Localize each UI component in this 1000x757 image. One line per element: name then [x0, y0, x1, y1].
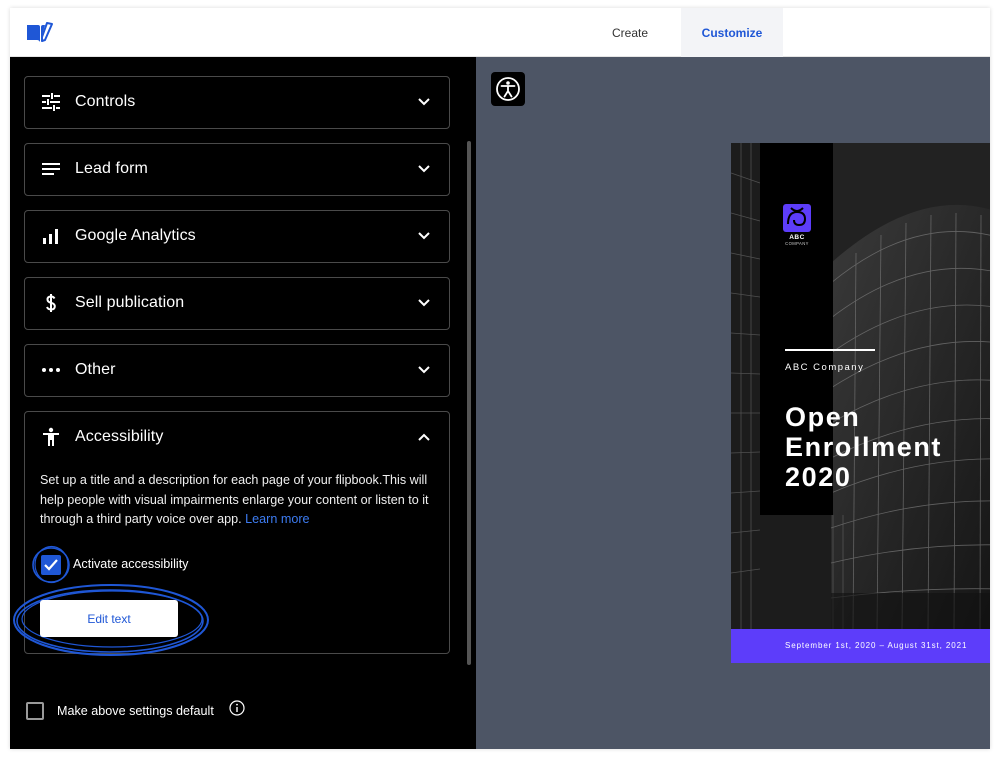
panel-lead-form-header[interactable]: Lead form	[25, 144, 449, 195]
activate-accessibility-checkbox[interactable]	[41, 555, 61, 575]
panel-google-analytics: Google Analytics	[24, 210, 450, 263]
logo-text-company: COMPANY	[785, 241, 809, 246]
cover-title-line: Enrollment	[785, 432, 943, 462]
chevron-up-icon	[418, 433, 430, 441]
more-dots-icon	[42, 368, 60, 372]
accessibility-toggle-button[interactable]	[491, 72, 525, 106]
chevron-down-icon	[418, 366, 430, 374]
info-icon[interactable]	[229, 700, 245, 716]
panel-controls: Controls	[24, 76, 450, 129]
edit-text-button[interactable]: Edit text	[40, 600, 178, 637]
panel-other: Other	[24, 344, 450, 397]
cover-divider	[785, 349, 875, 351]
app-window: Create Customize Controls Lead form Goog…	[10, 8, 990, 749]
company-logo-icon	[783, 204, 811, 232]
logo-text-abc: ABC	[789, 234, 805, 241]
chevron-down-icon	[418, 232, 430, 240]
dollar-icon	[46, 294, 56, 312]
book-pen-icon[interactable]	[26, 21, 54, 43]
flipbook-cover-page[interactable]: ABC COMPANY ABC Company Open Enrollment …	[731, 143, 990, 663]
panel-accessibility: Accessibility Set up a title and a descr…	[13, 411, 450, 656]
settings-sidebar: Controls Lead form Google Analytics Sell…	[10, 57, 476, 749]
panel-accessibility-header[interactable]: Accessibility	[25, 412, 449, 463]
chevron-down-icon	[418, 165, 430, 173]
chevron-down-icon	[418, 98, 430, 106]
panel-google-analytics-header[interactable]: Google Analytics	[25, 211, 449, 262]
accessibility-description-text: Set up a title and a description for eac…	[40, 473, 429, 526]
cover-footer-band: September 1st, 2020 – August 31st, 2021	[731, 629, 990, 663]
person-icon	[43, 427, 59, 446]
cover-dates: September 1st, 2020 – August 31st, 2021	[785, 641, 968, 650]
lines-icon	[42, 163, 60, 175]
learn-more-link[interactable]: Learn more	[245, 512, 309, 526]
panel-sell-publication-title: Sell publication	[75, 294, 185, 311]
chevron-down-icon	[418, 299, 430, 307]
activate-accessibility-label: Activate accessibility	[73, 557, 189, 571]
flipbook-preview: ABC COMPANY ABC Company Open Enrollment …	[476, 57, 990, 749]
make-default-checkbox[interactable]	[26, 702, 44, 720]
tab-create[interactable]: Create	[585, 8, 675, 57]
panel-google-analytics-title: Google Analytics	[75, 227, 196, 244]
panel-controls-header[interactable]: Controls	[25, 77, 449, 128]
panel-other-title: Other	[75, 361, 116, 378]
bar-chart-icon	[43, 229, 58, 244]
tab-customize[interactable]: Customize	[681, 8, 783, 57]
sidebar-scrollbar[interactable]	[467, 141, 471, 665]
accessibility-description: Set up a title and a description for eac…	[40, 471, 430, 530]
panel-lead-form: Lead form	[24, 143, 450, 196]
sliders-icon	[42, 93, 60, 111]
make-default-label: Make above settings default	[57, 704, 214, 718]
cover-title-line: Open	[785, 402, 861, 432]
cover-company-name: ABC Company	[785, 362, 865, 373]
top-header: Create Customize	[10, 8, 990, 57]
panel-sell-publication: Sell publication	[24, 277, 450, 330]
cover-title-line: 2020	[785, 462, 852, 492]
panel-sell-publication-header[interactable]: Sell publication	[25, 278, 449, 329]
cover-title: Open Enrollment 2020	[785, 402, 942, 492]
accessibility-icon	[496, 77, 520, 101]
checkmark-icon	[44, 559, 58, 571]
panel-lead-form-title: Lead form	[75, 160, 148, 177]
panel-other-header[interactable]: Other	[25, 345, 449, 396]
panel-accessibility-title: Accessibility	[75, 428, 164, 445]
panel-controls-title: Controls	[75, 93, 136, 110]
